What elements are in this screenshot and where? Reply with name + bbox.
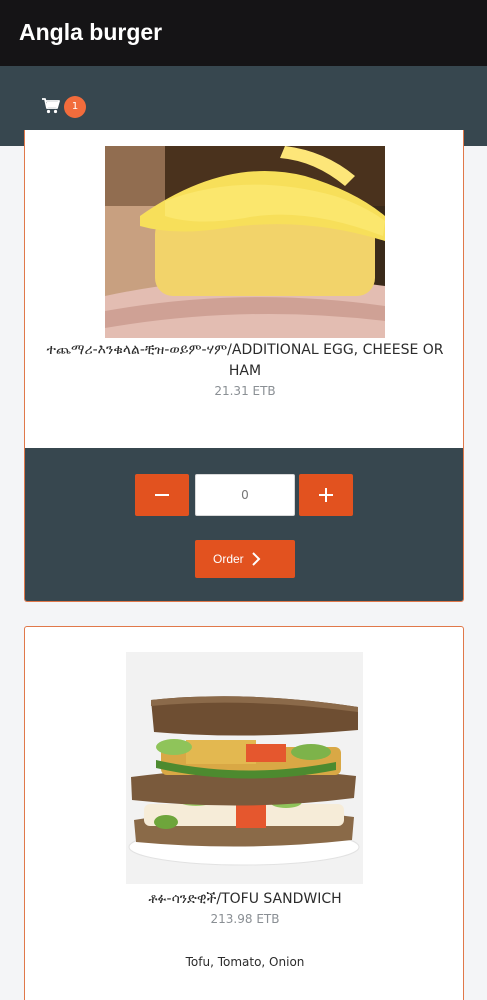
order-button-label: Order xyxy=(213,552,244,566)
quantity-decrement-button[interactable] xyxy=(135,474,189,516)
product-card: ተጨማሪ-እንቁላል-ቺዝ-ወይም-ሃም/ADDITIONAL EGG, CHE… xyxy=(24,130,464,602)
cart-count-badge: 1 xyxy=(64,96,86,118)
quantity-input[interactable] xyxy=(195,474,295,516)
product-image-egg-cheese-ham xyxy=(105,146,385,338)
chevron-right-icon xyxy=(252,552,261,566)
product-name: ቶፉ-ሳንድዊች/TOFU SANDWICH xyxy=(148,891,342,907)
app-bar: Angla burger xyxy=(0,0,487,66)
product-card: ቶፉ-ሳንድዊች/TOFU SANDWICH 213.98 ETB Tofu, … xyxy=(24,626,464,1000)
order-panel: Order xyxy=(25,448,463,601)
order-button[interactable]: Order xyxy=(195,540,295,578)
cart-button[interactable]: 1 xyxy=(40,94,88,120)
quantity-increment-button[interactable] xyxy=(299,474,353,516)
product-price: 21.31 ETB xyxy=(214,384,276,398)
cart-icon xyxy=(42,98,60,114)
minus-icon xyxy=(155,494,169,496)
product-description: Tofu, Tomato, Onion xyxy=(185,955,305,969)
product-price: 213.98 ETB xyxy=(210,912,280,926)
plus-icon xyxy=(319,488,333,502)
product-name: ተጨማሪ-እንቁላል-ቺዝ-ወይም-ሃም/ADDITIONAL EGG, CHE… xyxy=(46,342,444,379)
product-image-tofu-sandwich xyxy=(126,652,363,884)
app-title: Angla burger xyxy=(19,19,163,45)
